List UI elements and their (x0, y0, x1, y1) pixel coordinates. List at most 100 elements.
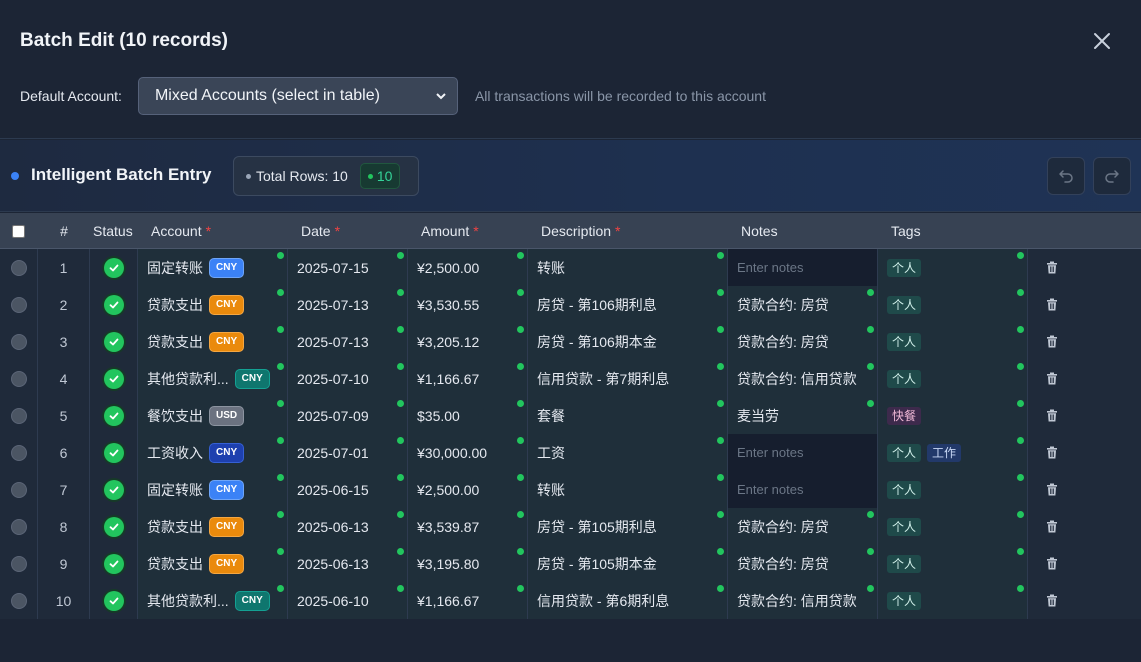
trash-icon[interactable] (1046, 409, 1058, 422)
date-cell[interactable]: 2025-06-13 (288, 545, 408, 582)
description-cell[interactable]: 转账 (528, 471, 728, 508)
tags-cell[interactable]: 个人 (878, 286, 1028, 323)
date-cell[interactable]: 2025-06-10 (288, 582, 408, 619)
row-select-radio[interactable] (10, 592, 27, 609)
description-cell[interactable]: 房贷 - 第105期本金 (528, 545, 728, 582)
description-cell[interactable]: 转账 (528, 249, 728, 286)
tag-chip[interactable]: 个人 (887, 258, 922, 277)
tags-cell[interactable]: 个人 (878, 249, 1028, 286)
account-cell[interactable]: 贷款支出 CNY (138, 286, 288, 323)
redo-button[interactable] (1093, 157, 1131, 195)
date-cell[interactable]: 2025-07-15 (288, 249, 408, 286)
tag-chip[interactable]: 个人 (887, 517, 922, 536)
amount-cell[interactable]: ¥1,166.67 (408, 360, 528, 397)
table-row[interactable]: 9 贷款支出 CNY 2025-06-13 ¥3,195.80 房贷 - 第105… (0, 545, 1141, 582)
date-cell[interactable]: 2025-07-13 (288, 323, 408, 360)
description-cell[interactable]: 套餐 (528, 397, 728, 434)
row-select-radio[interactable] (10, 370, 27, 387)
trash-icon[interactable] (1046, 298, 1058, 311)
trash-icon[interactable] (1046, 594, 1058, 607)
row-select-radio[interactable] (10, 518, 27, 535)
notes-cell[interactable]: 贷款合约: 房贷 (728, 508, 878, 545)
description-cell[interactable]: 房贷 - 第106期利息 (528, 286, 728, 323)
close-icon[interactable] (1091, 30, 1113, 52)
tags-cell[interactable]: 个人 (878, 471, 1028, 508)
trash-icon[interactable] (1046, 446, 1058, 459)
date-cell[interactable]: 2025-06-15 (288, 471, 408, 508)
date-cell[interactable]: 2025-07-09 (288, 397, 408, 434)
notes-cell[interactable]: Enter notes (728, 471, 878, 508)
tag-chip[interactable]: 快餐 (887, 406, 922, 425)
trash-icon[interactable] (1046, 483, 1058, 496)
tags-cell[interactable]: 个人 (878, 582, 1028, 619)
table-row[interactable]: 2 贷款支出 CNY 2025-07-13 ¥3,530.55 房贷 - 第106… (0, 286, 1141, 323)
tag-chip[interactable]: 个人 (887, 591, 922, 610)
amount-cell[interactable]: ¥2,500.00 (408, 249, 528, 286)
table-row[interactable]: 1 固定转账 CNY 2025-07-15 ¥2,500.00 转账 Enter … (0, 249, 1141, 286)
table-row[interactable]: 5 餐饮支出 USD 2025-07-09 $35.00 套餐 麦当劳 快餐 (0, 397, 1141, 434)
description-cell[interactable]: 信用贷款 - 第7期利息 (528, 360, 728, 397)
notes-cell[interactable]: 贷款合约: 房贷 (728, 545, 878, 582)
row-select-radio[interactable] (10, 333, 27, 350)
trash-icon[interactable] (1046, 372, 1058, 385)
tag-chip[interactable]: 个人 (887, 369, 922, 388)
account-cell[interactable]: 固定转账 CNY (138, 471, 288, 508)
tag-chip[interactable]: 个人 (887, 443, 922, 462)
account-cell[interactable]: 贷款支出 CNY (138, 323, 288, 360)
tags-cell[interactable]: 快餐 (878, 397, 1028, 434)
notes-cell[interactable]: 贷款合约: 房贷 (728, 323, 878, 360)
amount-cell[interactable]: $35.00 (408, 397, 528, 434)
tags-cell[interactable]: 个人 (878, 323, 1028, 360)
trash-icon[interactable] (1046, 520, 1058, 533)
date-cell[interactable]: 2025-07-13 (288, 286, 408, 323)
trash-icon[interactable] (1046, 557, 1058, 570)
tag-chip[interactable]: 个人 (887, 554, 922, 573)
account-cell[interactable]: 工资收入 CNY (138, 434, 288, 471)
trash-icon[interactable] (1046, 335, 1058, 348)
amount-cell[interactable]: ¥1,166.67 (408, 582, 528, 619)
date-cell[interactable]: 2025-07-10 (288, 360, 408, 397)
account-cell[interactable]: 贷款支出 CNY (138, 508, 288, 545)
row-select-radio[interactable] (10, 444, 27, 461)
notes-cell[interactable]: 贷款合约: 信用贷款 (728, 360, 878, 397)
default-account-select[interactable]: Mixed Accounts (select in table) (137, 77, 458, 115)
table-row[interactable]: 10 其他贷款利... CNY 2025-06-10 ¥1,166.67 信用贷款… (0, 582, 1141, 619)
notes-cell[interactable]: 贷款合约: 信用贷款 (728, 582, 878, 619)
tags-cell[interactable]: 个人 工作 (878, 434, 1028, 471)
row-select-radio[interactable] (10, 407, 27, 424)
description-cell[interactable]: 工资 (528, 434, 728, 471)
select-all-checkbox[interactable] (12, 224, 25, 238)
notes-cell[interactable]: 麦当劳 (728, 397, 878, 434)
tag-chip[interactable]: 个人 (887, 480, 922, 499)
table-row[interactable]: 3 贷款支出 CNY 2025-07-13 ¥3,205.12 房贷 - 第106… (0, 323, 1141, 360)
description-cell[interactable]: 房贷 - 第106期本金 (528, 323, 728, 360)
date-cell[interactable]: 2025-07-01 (288, 434, 408, 471)
notes-cell[interactable]: 贷款合约: 房贷 (728, 286, 878, 323)
table-row[interactable]: 7 固定转账 CNY 2025-06-15 ¥2,500.00 转账 Enter … (0, 471, 1141, 508)
date-cell[interactable]: 2025-06-13 (288, 508, 408, 545)
account-cell[interactable]: 其他贷款利... CNY (138, 360, 288, 397)
undo-button[interactable] (1047, 157, 1085, 195)
row-select-radio[interactable] (10, 259, 27, 276)
amount-cell[interactable]: ¥2,500.00 (408, 471, 528, 508)
tag-chip[interactable]: 个人 (887, 332, 922, 351)
tag-chip[interactable]: 工作 (927, 443, 962, 462)
table-row[interactable]: 8 贷款支出 CNY 2025-06-13 ¥3,539.87 房贷 - 第105… (0, 508, 1141, 545)
row-select-radio[interactable] (10, 555, 27, 572)
amount-cell[interactable]: ¥30,000.00 (408, 434, 528, 471)
table-row[interactable]: 4 其他贷款利... CNY 2025-07-10 ¥1,166.67 信用贷款 … (0, 360, 1141, 397)
tag-chip[interactable]: 个人 (887, 295, 922, 314)
row-select-radio[interactable] (10, 296, 27, 313)
notes-cell[interactable]: Enter notes (728, 434, 878, 471)
amount-cell[interactable]: ¥3,539.87 (408, 508, 528, 545)
description-cell[interactable]: 信用贷款 - 第6期利息 (528, 582, 728, 619)
amount-cell[interactable]: ¥3,205.12 (408, 323, 528, 360)
notes-cell[interactable]: Enter notes (728, 249, 878, 286)
account-cell[interactable]: 餐饮支出 USD (138, 397, 288, 434)
tags-cell[interactable]: 个人 (878, 545, 1028, 582)
description-cell[interactable]: 房贷 - 第105期利息 (528, 508, 728, 545)
tags-cell[interactable]: 个人 (878, 508, 1028, 545)
row-select-radio[interactable] (10, 481, 27, 498)
account-cell[interactable]: 贷款支出 CNY (138, 545, 288, 582)
account-cell[interactable]: 其他贷款利... CNY (138, 582, 288, 619)
